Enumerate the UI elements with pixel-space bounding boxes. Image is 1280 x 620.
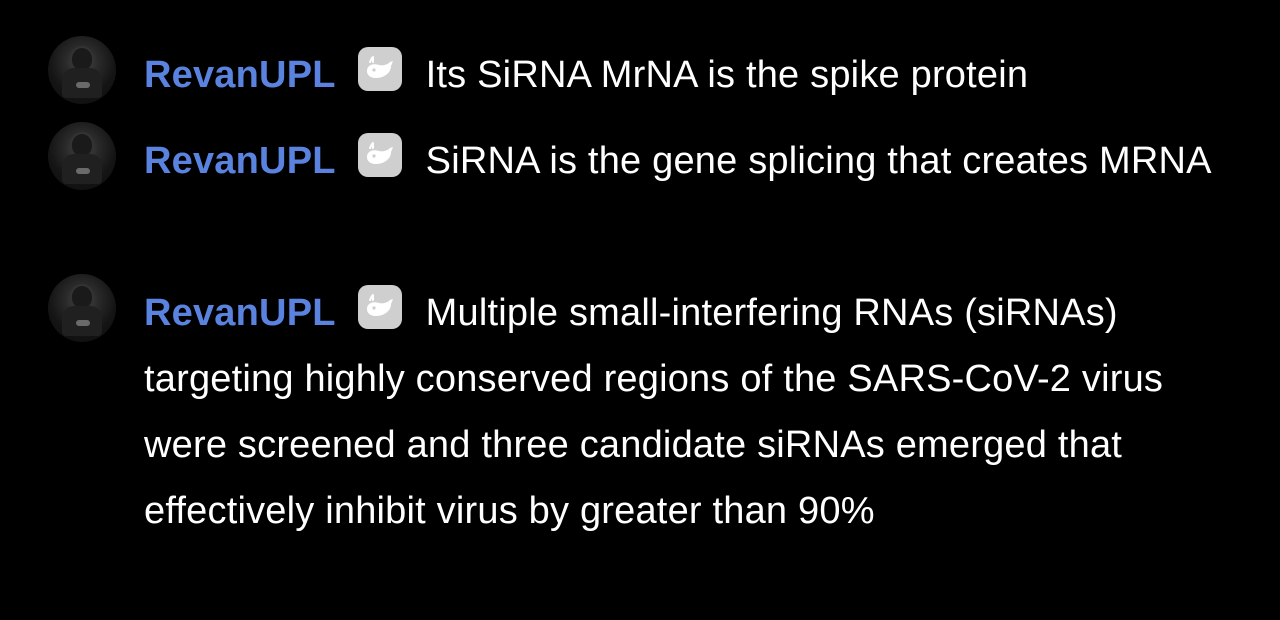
user-avatar[interactable] — [48, 36, 116, 104]
whale-badge-icon — [357, 133, 402, 177]
message-body: RevanUPL Multiple small-interfering RNAs … — [144, 280, 1244, 544]
message-body: RevanUPL SiRNA is the gene splicing that … — [144, 128, 1244, 194]
username-link[interactable]: RevanUPL — [144, 140, 336, 182]
avatar-figure-hand — [76, 168, 90, 174]
whale-badge-icon — [357, 285, 402, 329]
username-link[interactable]: RevanUPL — [144, 54, 336, 96]
message-body: RevanUPL Its SiRNA MrNA is the spike prot… — [144, 42, 1244, 108]
avatar-figure-hand — [76, 320, 90, 326]
user-avatar[interactable] — [48, 122, 116, 190]
whale-badge-icon — [357, 47, 402, 91]
chat-log: RevanUPL Its SiRNA MrNA is the spike prot… — [0, 0, 1280, 620]
avatar-figure-head — [72, 48, 92, 70]
user-avatar[interactable] — [48, 274, 116, 342]
message-text: Its SiRNA MrNA is the spike protein — [425, 54, 1029, 96]
avatar-figure-head — [72, 134, 92, 156]
avatar-figure-head — [72, 286, 92, 308]
username-link[interactable]: RevanUPL — [144, 292, 336, 334]
avatar-figure-hand — [76, 82, 90, 88]
message-text: SiRNA is the gene splicing that creates … — [425, 140, 1212, 182]
